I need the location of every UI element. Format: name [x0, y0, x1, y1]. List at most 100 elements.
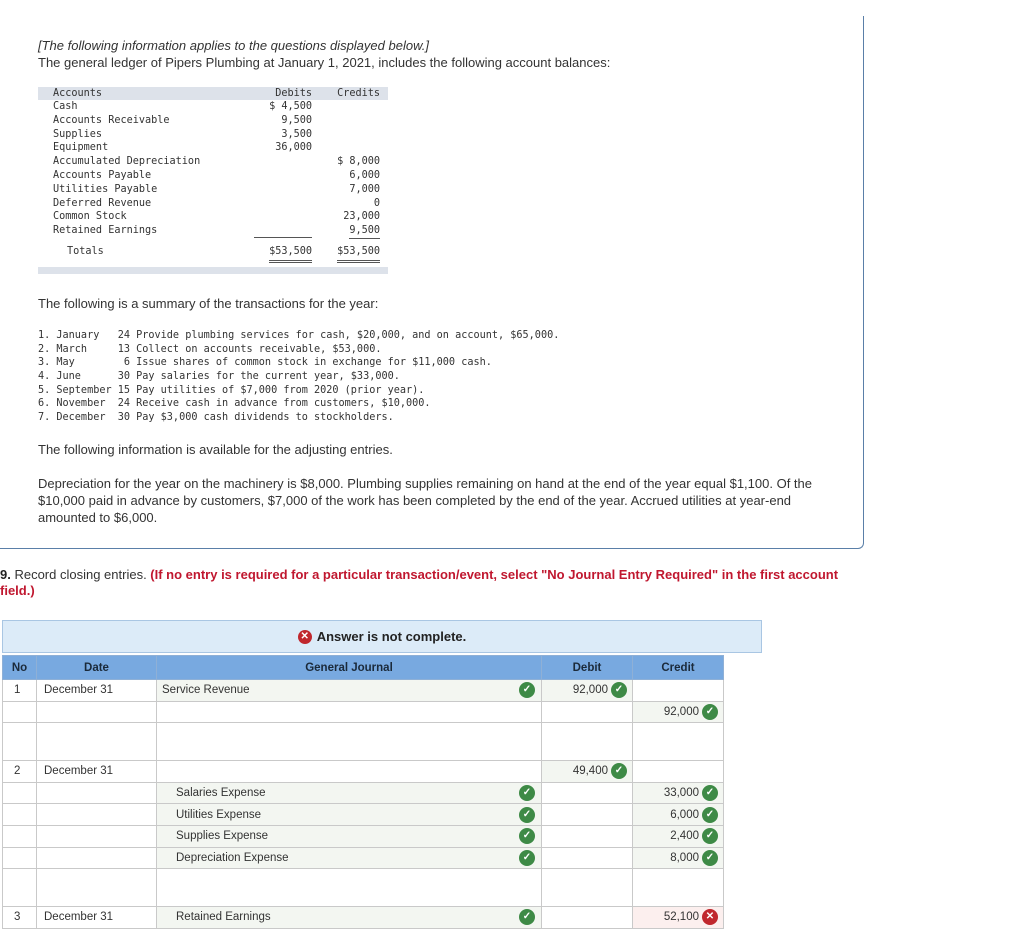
ledger-row: Common Stock 23,000	[38, 210, 388, 224]
debit-field[interactable]	[541, 700, 633, 724]
credit-field[interactable]: 2,400 ✓	[632, 824, 724, 848]
answer-status-banner: ✕ Answer is not complete.	[2, 620, 762, 653]
debit-amount: 92,000	[572, 684, 608, 697]
ledger-header-row: Accounts Debits Credits	[38, 87, 388, 101]
ledger-header-accounts: Accounts	[53, 88, 103, 99]
entry-number	[2, 781, 37, 805]
debit-field[interactable]: 49,400 ✓	[541, 760, 633, 783]
ledger-account: Supplies	[53, 128, 103, 140]
credit-field[interactable]: 52,100 ✕	[632, 906, 724, 929]
debit-field[interactable]	[541, 868, 633, 908]
check-circle-icon: ✓	[702, 703, 718, 720]
check-circle-icon: ✓	[702, 785, 718, 802]
debit-field[interactable]	[541, 846, 633, 870]
check-circle-icon: ✓	[519, 909, 535, 926]
debit-field[interactable]	[541, 824, 633, 848]
date-field[interactable]	[36, 722, 157, 762]
account-name: Utilities Expense	[176, 808, 262, 821]
journal-row: 3 December 31 Retained Earnings ✓ 52,100 ✕	[2, 906, 724, 929]
check-circle-icon: ✓	[519, 785, 535, 802]
journal-row: Depreciation Expense ✓ 8,000 ✓	[2, 846, 724, 870]
debit-field[interactable]	[541, 722, 633, 762]
entry-number	[2, 803, 37, 826]
ledger-credit: 23,000	[343, 211, 380, 223]
account-name: Salaries Expense	[176, 787, 266, 800]
date-field[interactable]	[36, 700, 157, 724]
account-field[interactable]: Supplies Expense ✓	[156, 824, 542, 848]
date-field[interactable]	[36, 824, 157, 848]
ledger-row: Accounts Receivable 9,500	[38, 114, 388, 128]
account-field[interactable]: Utilities Expense ✓	[156, 803, 542, 826]
journal-row	[2, 868, 724, 908]
account-field[interactable]: Salaries Expense ✓	[156, 781, 542, 805]
account-field[interactable]	[156, 868, 542, 908]
ledger-row: Accumulated Depreciation $ 8,000	[38, 155, 388, 169]
account-name: Depreciation Expense	[176, 851, 289, 864]
transaction-item: 6. November 24 Receive cash in advance f…	[38, 398, 431, 410]
question-prompt: 9. Record closing entries. (If no entry …	[0, 567, 860, 599]
ledger-debit: 3,500	[281, 128, 312, 140]
ledger-row: Supplies 3,500	[38, 128, 388, 142]
date-field[interactable]: December 31	[36, 906, 157, 929]
header-general-journal: General Journal	[156, 655, 542, 680]
ledger-credit: 0	[373, 197, 380, 209]
check-circle-icon: ✓	[611, 682, 627, 699]
credit-field[interactable]: 6,000 ✓	[632, 803, 724, 826]
entry-number	[2, 824, 37, 848]
credit-field[interactable]	[632, 679, 724, 702]
ledger-row: Cash $ 4,500	[38, 100, 388, 114]
account-field[interactable]	[156, 722, 542, 762]
ledger-row: Utilities Payable 7,000	[38, 183, 388, 197]
credit-field[interactable]	[632, 760, 724, 783]
date-field[interactable]: December 31	[36, 760, 157, 783]
credit-field[interactable]	[632, 868, 724, 908]
check-circle-icon: ✓	[611, 763, 627, 780]
journal-row: 1 December 31 Service Revenue ✓ 92,000 ✓	[2, 679, 724, 702]
ledger-row: Equipment 36,000	[38, 141, 388, 155]
check-circle-icon: ✓	[519, 806, 535, 823]
ledger-debit: 9,500	[281, 114, 312, 126]
entry-number	[2, 700, 37, 724]
debit-field[interactable]: 92,000 ✓	[541, 679, 633, 702]
entry-number: 1	[2, 679, 37, 702]
ledger-table: Accounts Debits Credits Cash $ 4,500 Accou…	[38, 87, 388, 274]
transaction-item: 7. December 30 Pay $3,000 cash dividends…	[38, 412, 394, 424]
journal-row: Supplies Expense ✓ 2,400 ✓	[2, 824, 724, 848]
credit-amount: 2,400	[670, 830, 699, 843]
debit-field[interactable]	[541, 803, 633, 826]
debit-field[interactable]	[541, 781, 633, 805]
ledger-row: Deferred Revenue 0	[38, 197, 388, 211]
account-name: Supplies Expense	[176, 830, 269, 843]
credit-field[interactable]	[632, 722, 724, 762]
entry-number	[2, 846, 37, 870]
credit-amount: 8,000	[670, 851, 699, 864]
ledger-credit: 7,000	[349, 183, 380, 195]
transaction-item: 5. September 15 Pay utilities of $7,000 …	[38, 384, 425, 396]
check-circle-icon: ✓	[702, 806, 718, 823]
date-field[interactable]	[36, 868, 157, 908]
credit-amount: 6,000	[670, 808, 699, 821]
date-field[interactable]	[36, 781, 157, 805]
debit-field[interactable]	[541, 906, 633, 929]
ledger-debit: $ 4,500	[269, 101, 312, 112]
ledger-footer-band	[38, 267, 388, 274]
ledger-credit: 6,000	[349, 170, 380, 181]
credit-field[interactable]: 33,000 ✓	[632, 781, 724, 805]
account-field[interactable]	[156, 700, 542, 724]
ledger-header-credits: Credits	[337, 88, 380, 99]
header-no: No	[2, 655, 37, 680]
date-field[interactable]: December 31	[36, 679, 157, 702]
account-field[interactable]	[156, 760, 542, 783]
credit-field[interactable]: 92,000 ✓	[632, 700, 724, 724]
ledger-row: Accounts Payable 6,000	[38, 169, 388, 183]
date-field[interactable]	[36, 846, 157, 870]
credit-amount: 33,000	[663, 787, 699, 800]
check-circle-icon: ✓	[519, 682, 535, 699]
credit-field[interactable]: 8,000 ✓	[632, 846, 724, 870]
account-field[interactable]: Retained Earnings ✓	[156, 906, 542, 929]
account-field[interactable]: Service Revenue ✓	[156, 679, 542, 702]
account-field[interactable]: Depreciation Expense ✓	[156, 846, 542, 870]
date-field[interactable]	[36, 803, 157, 826]
check-circle-icon: ✓	[702, 849, 718, 866]
ledger-debit-underline	[38, 224, 388, 238]
